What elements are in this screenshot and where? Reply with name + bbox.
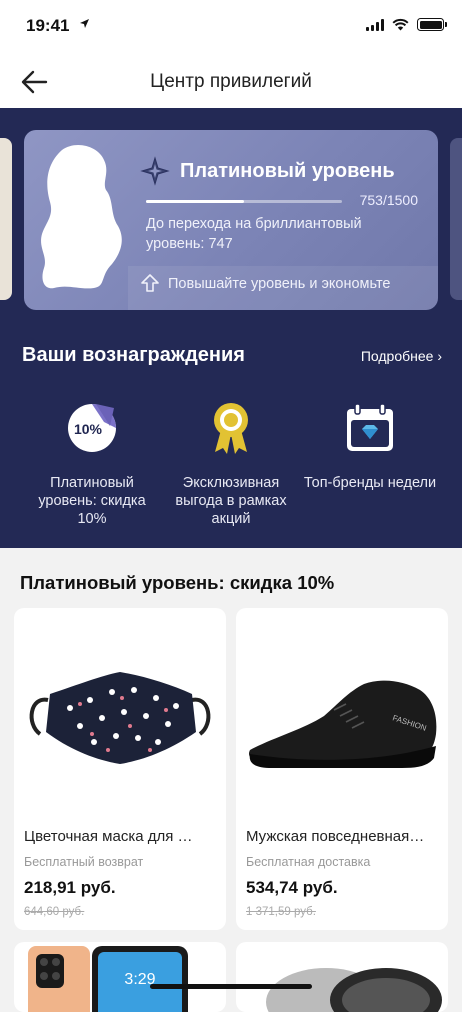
reward-label: Платиновый уровень: скидка 10%: [38, 475, 146, 527]
rewards-title: Ваши вознаграждения: [22, 344, 245, 366]
level-title: Платиновый уровень: [180, 160, 395, 182]
level-progress-bar: [146, 200, 342, 203]
previous-level-card[interactable]: [0, 138, 12, 300]
section-title: Платиновый уровень: скидка 10%: [20, 572, 335, 593]
product-shipping: Бесплатный возврат: [24, 855, 144, 869]
calendar-diamond-icon: [347, 403, 393, 451]
level-tip-text: Повышайте уровень и экономьте: [168, 276, 391, 292]
medal-icon: [214, 403, 248, 454]
privilege-hero: Платиновый уровень 753/1500 До перехода …: [0, 108, 462, 548]
sneaker-image: FASHION: [248, 680, 437, 768]
product-old-price: 644,60 руб.: [24, 906, 85, 918]
discount-badge-text: 10%: [74, 421, 103, 437]
page-title: Центр привилегий: [150, 71, 312, 92]
location-arrow-icon: [80, 19, 89, 28]
arrow-up-icon: [141, 274, 159, 292]
product-name: Цветочная маска для …: [24, 828, 193, 845]
product-old-price: 1 371,59 руб.: [246, 906, 316, 918]
status-icons: [366, 18, 447, 31]
battery-icon: [417, 18, 447, 31]
product-shipping: Бесплатная доставка: [246, 855, 371, 869]
product-card[interactable]: Цветочная маска для … Бесплатный возврат…: [14, 608, 226, 930]
product-image: [14, 608, 226, 820]
reward-label: Эксклюзивная выгода в рамках акций: [175, 475, 287, 527]
platinum-star-icon: [140, 156, 170, 186]
reward-item-discount[interactable]: 10% Платиновый уровень: скидка 10%: [22, 400, 162, 528]
discount-badge-icon: 10%: [68, 404, 116, 452]
signal-icon: [366, 18, 384, 31]
reward-item-brands[interactable]: Топ-бренды недели: [300, 400, 440, 492]
nav-bar: Центр привилегий: [0, 56, 462, 108]
next-level-card[interactable]: [450, 138, 462, 300]
level-card[interactable]: Платиновый уровень 753/1500 До перехода …: [24, 130, 438, 310]
product-price: 218,91 руб.: [24, 878, 116, 897]
insole-image: [266, 968, 442, 1012]
status-time: 19:41: [26, 16, 70, 35]
level-progress-fill: [146, 200, 245, 203]
wifi-icon: [392, 18, 409, 31]
product-image: FASHION: [236, 608, 448, 820]
next-level-text: До перехода на бриллиантовый уровень: 74…: [146, 216, 362, 252]
face-mask-image: [29, 672, 211, 764]
home-indicator: [150, 984, 312, 989]
reward-item-promo[interactable]: Эксклюзивная выгода в рамках акций: [161, 400, 301, 528]
rewards-more-link[interactable]: Подробнее ›: [361, 348, 442, 364]
product-card[interactable]: [236, 942, 448, 1012]
product-card[interactable]: 3:29: [14, 942, 226, 1012]
phone-image: 3:29: [28, 946, 188, 1012]
status-bar: 19:41: [0, 0, 462, 56]
product-name: Мужская повседневная …: [246, 828, 426, 845]
product-card[interactable]: FASHION Мужская повседневная … Бесплатна…: [236, 608, 448, 930]
reward-label: Топ-бренды недели: [303, 475, 437, 491]
level-progress-text: 753/1500: [359, 192, 418, 208]
avatar: [41, 145, 122, 289]
product-price: 534,74 руб.: [246, 878, 338, 897]
